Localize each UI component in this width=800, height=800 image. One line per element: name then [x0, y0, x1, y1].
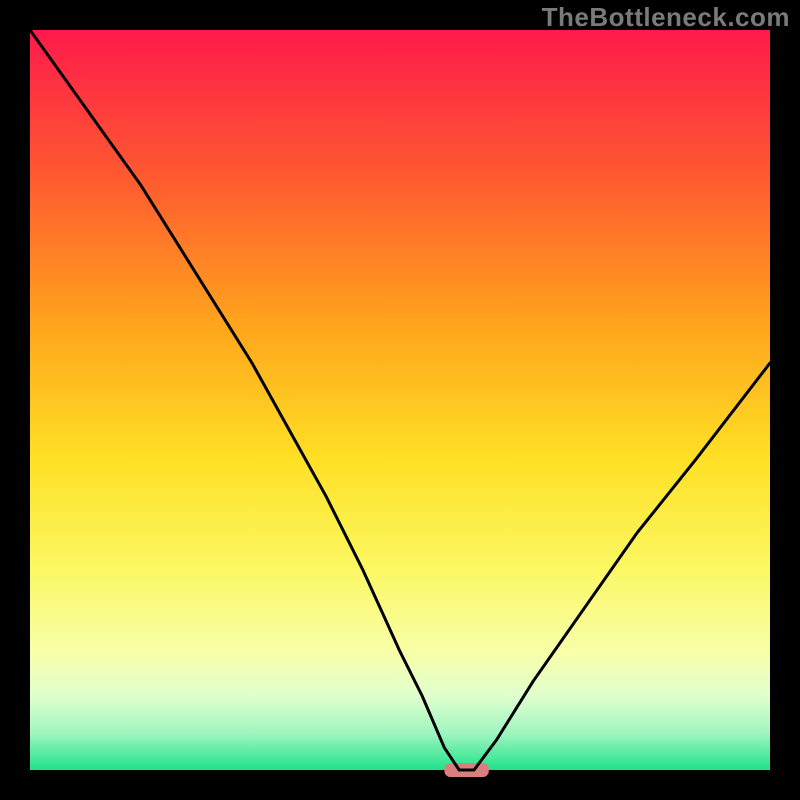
bottleneck-chart [0, 0, 800, 800]
watermark-text: TheBottleneck.com [542, 2, 790, 33]
plot-area [30, 30, 770, 770]
chart-container: TheBottleneck.com [0, 0, 800, 800]
